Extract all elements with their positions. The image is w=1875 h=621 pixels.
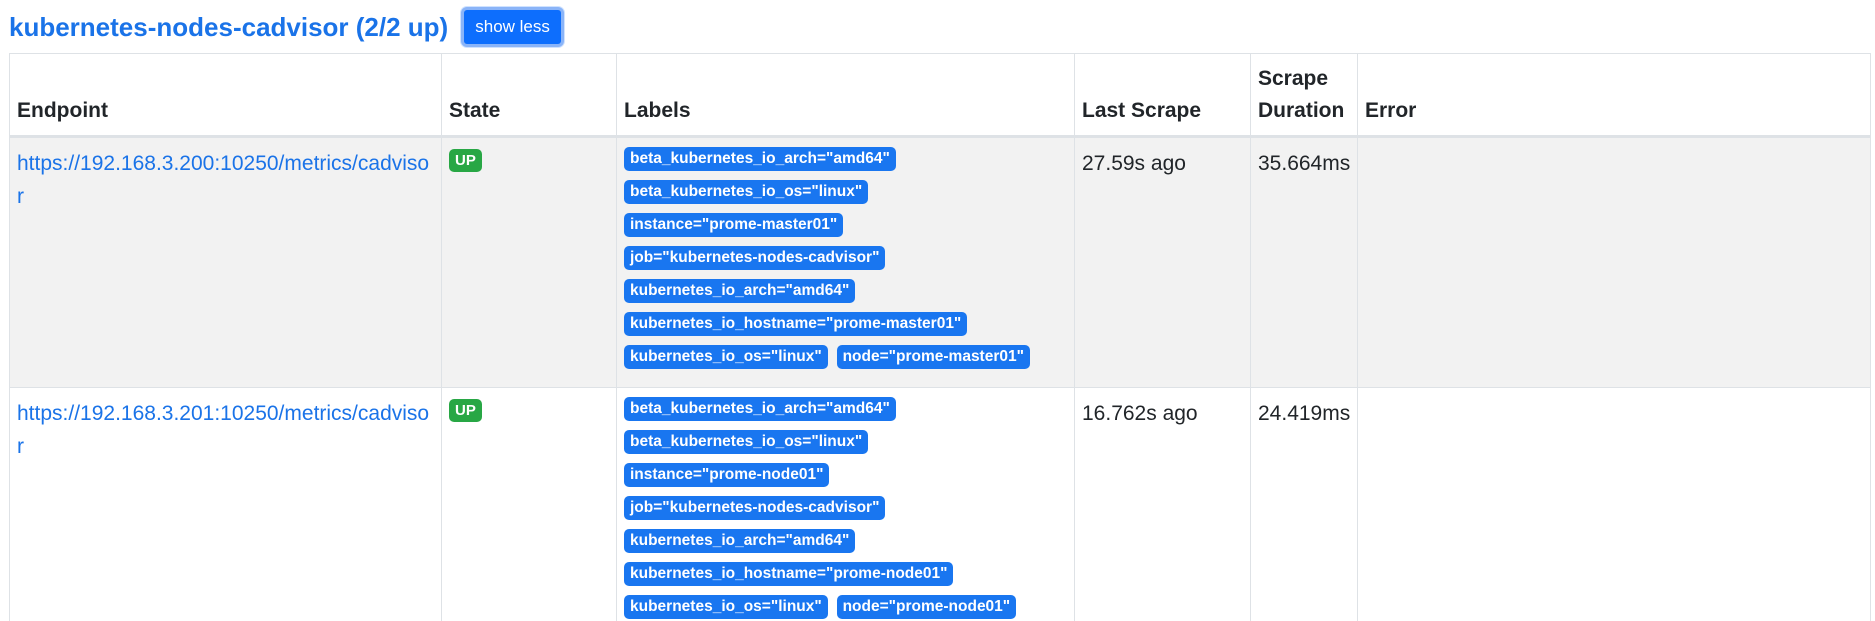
labels-cell: beta_kubernetes_io_arch="amd64" beta_kub… — [616, 387, 1075, 621]
scrape-duration-cell: 35.664ms — [1250, 136, 1358, 388]
state-badge: UP — [449, 149, 482, 172]
label-badge: kubernetes_io_os="linux" — [624, 345, 828, 369]
label-badge: instance="prome-master01" — [624, 213, 844, 237]
last-scrape-value: 16.762s ago — [1082, 402, 1198, 425]
label-badge: kubernetes_io_arch="amd64" — [624, 529, 856, 553]
table-row: https://192.168.3.201:10250/metrics/cadv… — [9, 387, 1871, 621]
last-scrape-cell: 16.762s ago — [1074, 387, 1251, 621]
job-title-link[interactable]: kubernetes-nodes-cadvisor (2/2 up) — [9, 12, 448, 43]
labels-cell: beta_kubernetes_io_arch="amd64" beta_kub… — [616, 136, 1075, 388]
table-row: https://192.168.3.200:10250/metrics/cadv… — [9, 136, 1871, 388]
label-badge: kubernetes_io_arch="amd64" — [624, 279, 856, 303]
label-badge: beta_kubernetes_io_arch="amd64" — [624, 397, 896, 421]
endpoint-cell: https://192.168.3.200:10250/metrics/cadv… — [9, 136, 442, 388]
label-badge: kubernetes_io_hostname="prome-master01" — [624, 312, 968, 336]
label-badge: job="kubernetes-nodes-cadvisor" — [624, 496, 886, 520]
scrape-duration-value: 35.664ms — [1258, 152, 1351, 175]
label-badge: beta_kubernetes_io_os="linux" — [624, 180, 869, 204]
targets-table: Endpoint State Labels Last Scrape Scrape… — [9, 53, 1871, 621]
job-header: kubernetes-nodes-cadvisor (2/2 up) show … — [9, 5, 564, 49]
header-error: Error — [1357, 53, 1871, 138]
label-badge: instance="prome-node01" — [624, 463, 830, 487]
state-badge: UP — [449, 399, 482, 422]
targets-page: kubernetes-nodes-cadvisor (2/2 up) show … — [0, 0, 1875, 621]
last-scrape-cell: 27.59s ago — [1074, 136, 1251, 388]
header-last-scrape: Last Scrape — [1074, 53, 1251, 138]
endpoint-cell: https://192.168.3.201:10250/metrics/cadv… — [9, 387, 442, 621]
header-state: State — [441, 53, 617, 138]
error-cell — [1357, 136, 1871, 388]
state-cell: UP — [441, 387, 617, 621]
header-endpoint: Endpoint — [9, 53, 442, 138]
scrape-duration-value: 24.419ms — [1258, 402, 1351, 425]
header-labels: Labels — [616, 53, 1075, 138]
label-badge: node="prome-master01" — [836, 345, 1030, 369]
state-cell: UP — [441, 136, 617, 388]
label-badge: job="kubernetes-nodes-cadvisor" — [624, 246, 886, 270]
header-scrape-duration: Scrape Duration — [1250, 53, 1358, 138]
label-badge: kubernetes_io_hostname="prome-node01" — [624, 562, 954, 586]
endpoint-link[interactable]: https://192.168.3.200:10250/metrics/cadv… — [17, 152, 429, 208]
label-badge: beta_kubernetes_io_os="linux" — [624, 430, 869, 454]
label-badge: beta_kubernetes_io_arch="amd64" — [624, 147, 896, 171]
label-badge: node="prome-node01" — [836, 595, 1017, 619]
table-header-row: Endpoint State Labels Last Scrape Scrape… — [9, 53, 1871, 138]
label-badge: kubernetes_io_os="linux" — [624, 595, 828, 619]
error-cell — [1357, 387, 1871, 621]
endpoint-link[interactable]: https://192.168.3.201:10250/metrics/cadv… — [17, 402, 429, 458]
scrape-duration-cell: 24.419ms — [1250, 387, 1358, 621]
show-less-button[interactable]: show less — [461, 7, 564, 47]
last-scrape-value: 27.59s ago — [1082, 152, 1186, 175]
